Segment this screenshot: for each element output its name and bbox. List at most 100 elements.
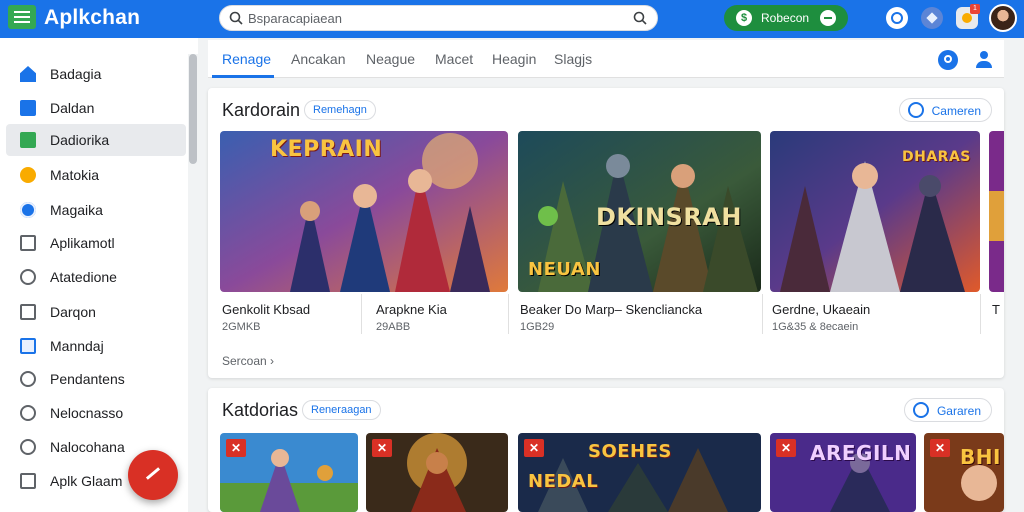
see-all-label: Cameren <box>931 104 981 118</box>
column-divider <box>762 294 763 334</box>
game-art-subtext: DKINSRAH <box>596 203 742 231</box>
see-all-button[interactable]: Cameren <box>898 98 992 122</box>
tab-renage[interactable]: Renage <box>222 51 271 67</box>
tab-macet[interactable]: Macet <box>435 51 473 67</box>
gear-icon <box>20 202 36 218</box>
game-art-text: AREGILN <box>810 441 912 465</box>
app-title: Aplkchan <box>44 6 141 29</box>
home-icon <box>20 66 36 82</box>
sidebar-item-label: Badagia <box>50 66 102 82</box>
section-card: Katdorias Reneraagan Gararen ✕ ✕ ✕ SOEHE… <box>208 388 1004 512</box>
offers-icon[interactable] <box>921 7 943 29</box>
game-title[interactable]: Gerdne, Ukaeain <box>772 302 870 317</box>
game-size: 2GMKB <box>222 321 261 333</box>
section-title: Katdorias <box>222 400 299 420</box>
tablet-icon <box>20 304 36 320</box>
game-tile[interactable]: ✕ <box>366 433 508 512</box>
see-more-link[interactable]: Sercoan › <box>222 354 274 368</box>
sidebar-item-aplikamotl[interactable]: Aplikamotl <box>6 227 186 259</box>
active-tab-indicator <box>212 75 274 78</box>
timer-icon <box>20 405 36 421</box>
account-icon[interactable] <box>974 50 994 70</box>
sidebar-item-label: Dadiorika <box>50 132 110 148</box>
sidebar-item-atatedione[interactable]: Atatedione <box>6 261 186 293</box>
redeem-button[interactable]: $ Robecon <box>724 5 848 31</box>
scrollbar-thumb[interactable] <box>189 54 197 164</box>
hamburger-menu-icon[interactable] <box>8 5 36 29</box>
tile-badge-icon: ✕ <box>524 439 544 457</box>
game-title[interactable]: Beaker Do Marp– Skencliancka <box>520 302 702 317</box>
game-tile[interactable]: DKINSRAH NEUAN <box>518 131 761 292</box>
sidebar-item-manndaj[interactable]: Manndaj <box>6 330 186 362</box>
see-all-button[interactable]: Gararen <box>903 398 992 422</box>
game-tile[interactable]: KEPRAIN <box>220 131 508 292</box>
game-tile[interactable]: ✕ AREGILN <box>770 433 916 512</box>
clock-icon <box>20 269 36 285</box>
sidebar-item-label: Nalocohana <box>50 439 125 455</box>
help-icon[interactable] <box>938 50 958 70</box>
sidebar-item-label: Aplikamotl <box>50 235 115 251</box>
game-size: 29ABB <box>376 321 411 333</box>
sidebar-item-label: Magaika <box>50 202 103 218</box>
game-tile[interactable]: ✕ BHI <box>924 433 1004 512</box>
sidebar-item-badagia[interactable]: Badagia <box>6 58 186 90</box>
game-title[interactable]: Genkolit Kbsad <box>222 302 310 317</box>
search-placeholder: Bsparacapiaean <box>248 11 342 26</box>
tab-neague[interactable]: Neague <box>366 51 415 67</box>
sidebar-item-daldan[interactable]: Daldan <box>6 92 186 124</box>
game-tile[interactable]: ✕ SOEHES NEDAL <box>518 433 761 512</box>
game-title[interactable]: Arapkne Kia <box>376 302 447 317</box>
game-tile[interactable] <box>989 131 1004 292</box>
bookmark-icon <box>20 473 36 489</box>
medal-icon <box>20 167 36 183</box>
games-icon[interactable] <box>886 7 908 29</box>
checkbox-icon <box>20 338 36 354</box>
game-art-text: NEDAL <box>528 471 599 492</box>
section-chip[interactable]: Reneraagan <box>302 400 381 420</box>
tile-badge-icon: ✕ <box>226 439 246 457</box>
android-icon <box>20 132 36 148</box>
game-title[interactable]: T <box>992 302 1000 317</box>
bulb-icon <box>20 439 36 455</box>
sidebar-item-label: Aplk Glaam <box>50 473 123 489</box>
sidebar-item-label: Matokia <box>50 167 100 183</box>
tile-badge-icon: ✕ <box>776 439 796 457</box>
sidebar-item-pendantens[interactable]: Pendantens <box>6 363 186 395</box>
section-card: Kardorain Remehagn Cameren KEPRAIN Genko… <box>208 88 1004 378</box>
search-submit-icon[interactable] <box>633 11 647 25</box>
sidebar-item-matokia[interactable]: Matokia <box>6 159 186 191</box>
sidebar-item-darqon[interactable]: Darqon <box>6 296 186 328</box>
game-art-text: KEPRAIN <box>270 137 383 162</box>
section-chip[interactable]: Remehagn <box>304 100 376 120</box>
section-title: Kardorain <box>222 100 301 120</box>
tab-bar: Renage Ancakan Neague Macet Heagin Slagj… <box>208 40 1004 78</box>
sidebar: Badagia Daldan Dadiorika Matokia Magaika… <box>0 38 198 512</box>
gift-icon: $ <box>736 10 752 26</box>
search-input[interactable]: Bsparacapiaean <box>219 5 658 31</box>
sidebar-item-label: Darqon <box>50 304 96 320</box>
tab-heagin[interactable]: Heagin <box>492 51 536 67</box>
game-size: 1G&35 & 8ecaein <box>772 321 859 333</box>
game-tile[interactable]: ✕ <box>220 433 358 512</box>
sidebar-item-magaika[interactable]: Magaika <box>6 194 186 226</box>
sidebar-item-nelocnasso[interactable]: Nelocnasso <box>6 397 186 429</box>
tab-slagjs[interactable]: Slagjs <box>554 51 592 67</box>
column-divider <box>361 294 362 334</box>
search-icon <box>229 11 243 25</box>
see-all-label: Gararen <box>936 404 981 418</box>
column-divider <box>508 294 509 334</box>
tab-ancakan[interactable]: Ancakan <box>291 51 345 67</box>
remove-icon <box>820 10 836 26</box>
apps-icon <box>20 235 36 251</box>
sidebar-item-label: Nelocnasso <box>50 405 124 421</box>
game-tile[interactable]: DHARAS <box>770 131 980 292</box>
sidebar-item-label: Manndaj <box>50 338 104 354</box>
play-fab-button[interactable] <box>128 450 178 500</box>
sidebar-scrollbar[interactable] <box>188 54 198 512</box>
avatar[interactable] <box>989 4 1017 32</box>
info-icon <box>907 102 924 118</box>
game-artwork <box>989 131 1004 292</box>
column-divider <box>980 294 981 334</box>
sidebar-item-dadiorika[interactable]: Dadiorika <box>6 124 186 156</box>
game-art-text: NEUAN <box>528 259 601 280</box>
